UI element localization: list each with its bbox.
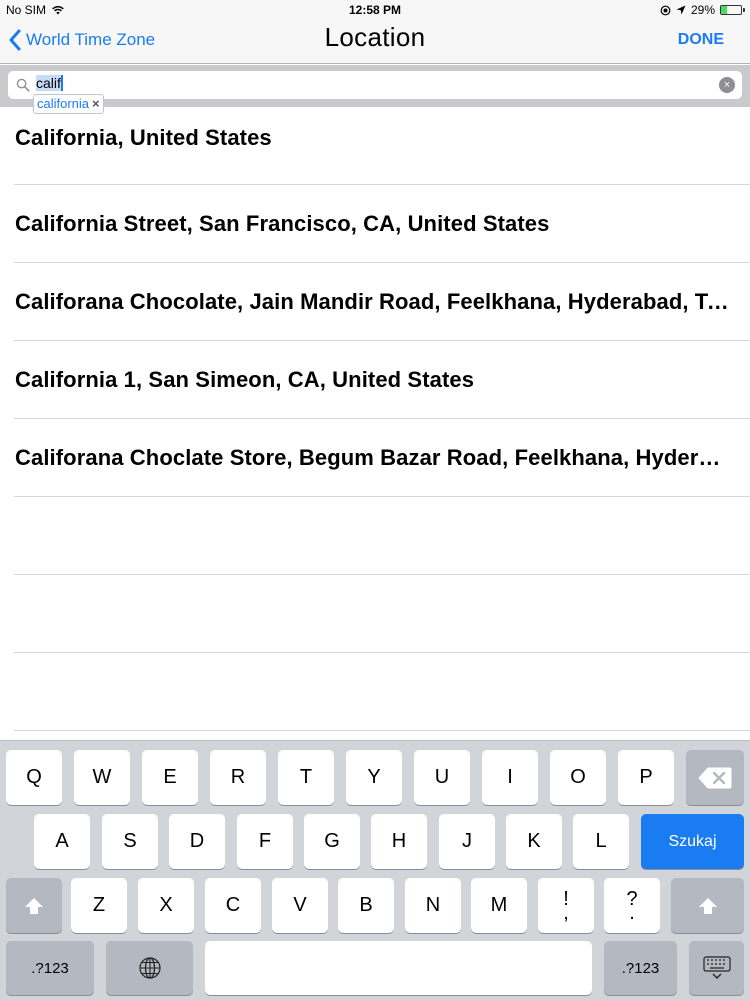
key-u[interactable]: U <box>414 750 470 805</box>
clear-search-button[interactable]: × <box>719 77 735 93</box>
empty-row <box>14 575 750 653</box>
backspace-icon <box>698 767 732 788</box>
globe-key[interactable] <box>106 941 193 995</box>
key-comma-label: , <box>563 901 569 924</box>
result-row[interactable]: California 1, San Simeon, CA, United Sta… <box>14 341 750 419</box>
battery-fill <box>721 6 727 14</box>
key-t[interactable]: T <box>278 750 334 805</box>
empty-row <box>14 653 750 731</box>
shift-icon <box>25 897 43 914</box>
done-button[interactable]: DONE <box>678 31 724 49</box>
status-right: 29% <box>660 3 745 17</box>
key-q[interactable]: Q <box>6 750 62 805</box>
key-z[interactable]: Z <box>71 878 127 933</box>
result-text: California Street, San Francisco, CA, Un… <box>15 211 550 236</box>
key-n[interactable]: N <box>405 878 461 933</box>
key-l[interactable]: L <box>573 814 629 869</box>
key-j[interactable]: J <box>439 814 495 869</box>
space-key[interactable] <box>205 941 592 995</box>
key-c[interactable]: C <box>205 878 261 933</box>
key-o[interactable]: O <box>550 750 606 805</box>
result-text: California 1, San Simeon, CA, United Sta… <box>15 367 475 392</box>
backspace-key[interactable] <box>686 750 744 805</box>
result-text: Califorana Choclate Store, Begum Bazar R… <box>15 445 730 470</box>
results-list: California, United States California Str… <box>0 107 750 731</box>
result-text: Califorana Chocolate, Jain Mandir Road, … <box>15 289 730 314</box>
orientation-lock-icon <box>660 5 671 15</box>
keyboard: Q W E R T Y U I O P A S D F G H J K L Sz… <box>0 740 750 1000</box>
key-x[interactable]: X <box>138 878 194 933</box>
page-title: Location <box>324 22 426 52</box>
key-question-period[interactable]: ? . <box>604 878 660 933</box>
shift-key-left[interactable] <box>6 878 62 933</box>
key-m[interactable]: M <box>471 878 527 933</box>
key-e[interactable]: E <box>142 750 198 805</box>
shift-icon <box>698 897 717 914</box>
numbers-key-right[interactable]: .?123 <box>604 941 677 995</box>
keyboard-dismiss-icon <box>702 956 731 979</box>
key-g[interactable]: G <box>304 814 360 869</box>
key-k[interactable]: K <box>506 814 562 869</box>
key-v[interactable]: V <box>272 878 328 933</box>
numbers-key-left[interactable]: .?123 <box>6 941 94 995</box>
search-query: calif <box>36 75 63 91</box>
keyboard-dismiss-key[interactable] <box>689 941 744 995</box>
shift-key-right[interactable] <box>671 878 744 933</box>
result-row[interactable]: California, United States <box>14 107 750 185</box>
search-key[interactable]: Szukaj <box>641 814 744 869</box>
status-bar: No SIM 12:58 PM 29% <box>0 0 750 20</box>
key-s[interactable]: S <box>102 814 158 869</box>
key-f[interactable]: F <box>237 814 293 869</box>
empty-row <box>14 497 750 575</box>
search-icon <box>16 78 30 92</box>
key-d[interactable]: D <box>169 814 225 869</box>
key-w[interactable]: W <box>74 750 130 805</box>
battery-percent: 29% <box>690 3 715 17</box>
globe-icon <box>138 957 161 979</box>
key-exclaim-comma[interactable]: ! , <box>538 878 594 933</box>
result-row[interactable]: California Street, San Francisco, CA, Un… <box>14 185 750 263</box>
key-period-label: . <box>629 901 635 924</box>
key-r[interactable]: R <box>210 750 266 805</box>
key-y[interactable]: Y <box>346 750 402 805</box>
key-i[interactable]: I <box>482 750 538 805</box>
search-field[interactable]: calif × <box>8 71 742 99</box>
result-row[interactable]: Califorana Choclate Store, Begum Bazar R… <box>14 419 750 497</box>
key-p[interactable]: P <box>618 750 674 805</box>
battery-icon <box>720 5 745 15</box>
search-input[interactable]: calif <box>36 75 636 95</box>
result-row[interactable]: Califorana Chocolate, Jain Mandir Road, … <box>14 263 750 341</box>
status-time: 12:58 PM <box>348 3 402 17</box>
key-a[interactable]: A <box>34 814 90 869</box>
result-text: California, United States <box>15 125 272 150</box>
key-h[interactable]: H <box>371 814 427 869</box>
location-arrow-icon <box>676 5 686 15</box>
key-b[interactable]: B <box>338 878 394 933</box>
navigation-bar: World Time Zone Location DONE <box>0 20 750 64</box>
